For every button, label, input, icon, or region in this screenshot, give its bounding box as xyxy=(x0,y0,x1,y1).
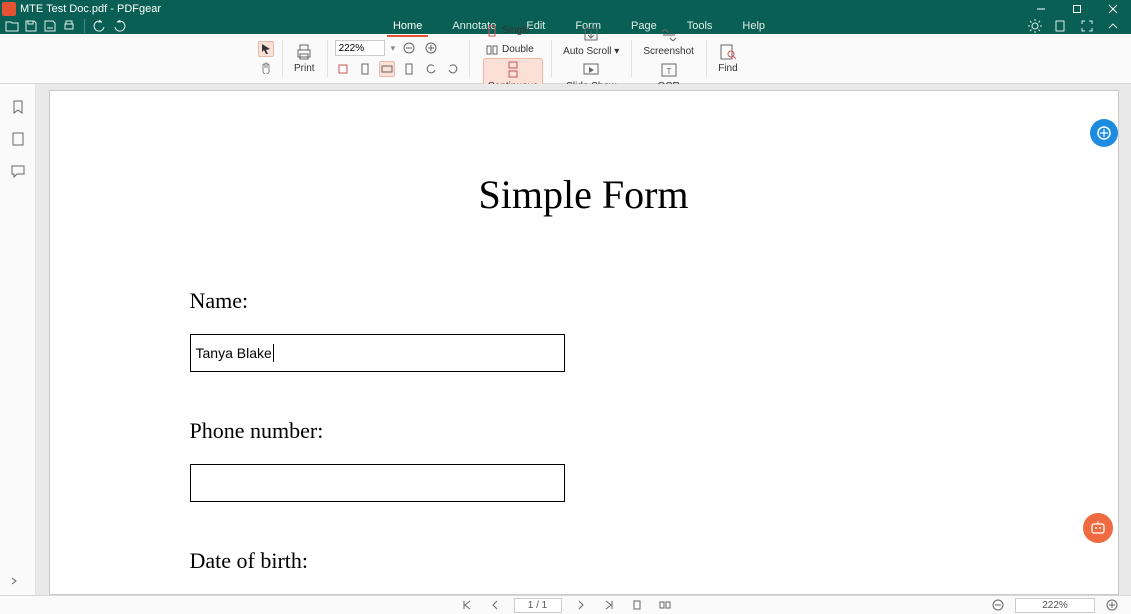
ribbon-group-print: Print xyxy=(282,34,327,83)
window-title: MTE Test Doc.pdf - PDFgear xyxy=(20,3,161,15)
close-button[interactable] xyxy=(1095,0,1131,18)
fit-page-button[interactable] xyxy=(357,61,373,77)
tab-help[interactable]: Help xyxy=(736,18,771,34)
zoom-in-status-button[interactable] xyxy=(1103,596,1121,614)
print-quick-button[interactable] xyxy=(61,18,77,34)
form-title: Simple Form xyxy=(190,171,978,218)
ribbon-group-pagemode: Single Double Continuous xyxy=(469,34,552,83)
ribbon-group-capture: Screenshot T OCR xyxy=(631,34,706,83)
total-pages: 1 xyxy=(542,600,548,611)
double-label: Double xyxy=(502,44,534,55)
fit-width-button[interactable] xyxy=(379,61,395,77)
open-file-button[interactable] xyxy=(4,18,20,34)
left-rail xyxy=(0,84,36,595)
rotate-cw-button[interactable] xyxy=(445,61,461,77)
statusbar: 1 / 1 222% xyxy=(0,595,1131,614)
chat-robot-button[interactable] xyxy=(1083,513,1113,543)
ribbon: Print ▾ xyxy=(0,34,1131,84)
phone-label: Phone number: xyxy=(190,418,978,444)
collapse-ribbon-button[interactable] xyxy=(1105,18,1121,34)
single-page-button[interactable]: Single xyxy=(481,23,535,39)
zoom-out-button[interactable] xyxy=(401,40,417,56)
undo-button[interactable] xyxy=(92,18,108,34)
app-icon xyxy=(2,2,16,16)
svg-text:T: T xyxy=(666,67,671,76)
double-page-button[interactable]: Double xyxy=(481,42,539,58)
bookmarks-button[interactable] xyxy=(9,98,27,116)
page-nav: 1 / 1 xyxy=(458,596,674,614)
minimize-button[interactable] xyxy=(1023,0,1059,18)
first-page-button[interactable] xyxy=(458,596,476,614)
zoom-input[interactable] xyxy=(335,40,385,56)
ai-assist-button[interactable] xyxy=(1090,119,1118,147)
fit-height-button[interactable] xyxy=(401,61,417,77)
hand-tool-button[interactable] xyxy=(258,60,274,76)
theme-toggle-button[interactable] xyxy=(1027,18,1043,34)
maximize-button[interactable] xyxy=(1059,0,1095,18)
single-view-status-button[interactable] xyxy=(628,596,646,614)
dob-label: Date of birth: xyxy=(190,548,978,574)
single-label: Single xyxy=(502,25,530,36)
save-as-button[interactable] xyxy=(42,18,58,34)
phone-field[interactable] xyxy=(190,464,565,502)
ribbon-group-cursor xyxy=(250,34,282,83)
thumbnails-button[interactable] xyxy=(9,130,27,148)
zoom-dropdown-icon[interactable]: ▾ xyxy=(391,43,396,54)
rotate-ccw-button[interactable] xyxy=(423,61,439,77)
name-label: Name: xyxy=(190,288,978,314)
autoscroll-button[interactable]: Auto Scroll ▾ xyxy=(559,24,623,59)
window-mode-button[interactable] xyxy=(1053,18,1069,34)
main-area: Simple Form Name: Tanya Blake Phone numb… xyxy=(0,84,1131,595)
find-label: Find xyxy=(718,63,737,74)
document-viewport[interactable]: Simple Form Name: Tanya Blake Phone numb… xyxy=(36,84,1131,595)
name-value: Tanya Blake xyxy=(196,345,272,361)
print-button[interactable]: Print xyxy=(290,41,319,76)
zoom-in-button[interactable] xyxy=(423,40,439,56)
page: Simple Form Name: Tanya Blake Phone numb… xyxy=(49,90,1119,595)
current-page: 1 xyxy=(528,600,534,611)
save-button[interactable] xyxy=(23,18,39,34)
ribbon-group-zoom: ▾ xyxy=(327,34,469,83)
next-page-button[interactable] xyxy=(572,596,590,614)
screenshot-button[interactable]: Screenshot xyxy=(639,24,698,59)
double-view-status-button[interactable] xyxy=(656,596,674,614)
text-cursor xyxy=(273,344,274,362)
status-zoom: 222% xyxy=(989,596,1121,614)
autoscroll-label: Auto Scroll ▾ xyxy=(563,46,619,57)
rail-expand-button[interactable] xyxy=(8,575,20,587)
name-field[interactable]: Tanya Blake xyxy=(190,334,565,372)
select-tool-button[interactable] xyxy=(258,41,274,57)
fit-actual-button[interactable] xyxy=(335,61,351,77)
comments-button[interactable] xyxy=(9,162,27,180)
ribbon-group-find: Find xyxy=(706,34,750,83)
fullscreen-button[interactable] xyxy=(1079,18,1095,34)
print-label: Print xyxy=(294,63,315,74)
top-right-controls xyxy=(1027,18,1131,34)
redo-button[interactable] xyxy=(111,18,127,34)
zoom-out-status-button[interactable] xyxy=(989,596,1007,614)
screenshot-label: Screenshot xyxy=(643,46,694,57)
prev-page-button[interactable] xyxy=(486,596,504,614)
last-page-button[interactable] xyxy=(600,596,618,614)
find-button[interactable]: Find xyxy=(714,41,742,76)
ribbon-group-present: Auto Scroll ▾ Slide Show xyxy=(551,34,631,83)
titlebar: MTE Test Doc.pdf - PDFgear xyxy=(0,0,1131,18)
quick-access xyxy=(0,18,131,34)
tab-home[interactable]: Home xyxy=(387,18,428,34)
